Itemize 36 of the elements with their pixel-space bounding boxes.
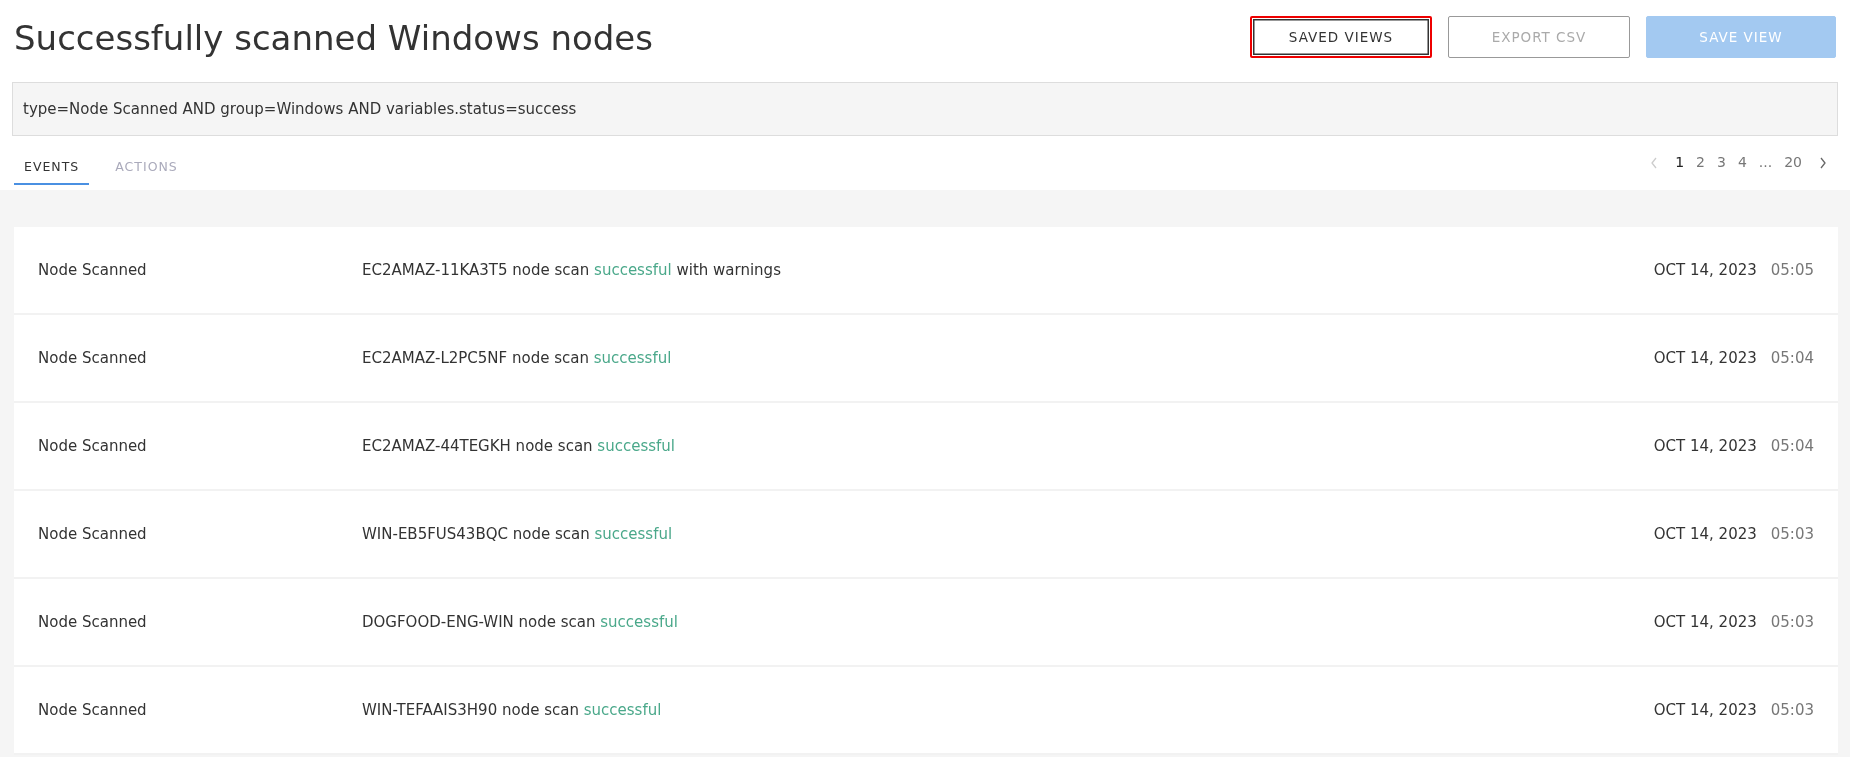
query-field[interactable]: type=Node Scanned AND group=Windows AND variables.status=success: [12, 82, 1838, 136]
event-date: OCT 14, 2023: [1653, 259, 1757, 281]
event-type: Node Scanned: [38, 259, 148, 281]
event-message: DOGFOOD-ENG-WIN node scan successful: [362, 611, 679, 633]
toolbar-button[interactable]: SAVED VIEWS: [1250, 16, 1432, 58]
page-link[interactable]: 1: [1671, 152, 1689, 173]
event-date: OCT 14, 2023: [1653, 435, 1757, 457]
event-type: Node Scanned: [38, 435, 148, 457]
page-link[interactable]: ...: [1754, 152, 1777, 173]
event-message: EC2AMAZ-44TEGKH node scan successful: [362, 435, 676, 457]
event-date: OCT 14, 2023: [1653, 699, 1757, 721]
event-date: OCT 14, 2023: [1653, 611, 1757, 633]
page-link[interactable]: 4: [1733, 152, 1751, 173]
event-time: 05:03: [1770, 611, 1814, 633]
event-time: 05:04: [1770, 435, 1814, 457]
event-type: Node Scanned: [38, 699, 148, 721]
event-type: Node Scanned: [38, 523, 148, 545]
event-message: WIN-TEFAAIS3H90 node scan successful: [362, 699, 663, 721]
event-message: WIN-EB5FUS43BQC node scan successful: [362, 523, 674, 545]
chevron-right-icon[interactable]: [1818, 156, 1828, 169]
event-date: OCT 14, 2023: [1653, 347, 1757, 369]
page-link[interactable]: 20: [1780, 152, 1806, 173]
tab[interactable]: EVENTS: [14, 152, 90, 185]
event-message: EC2AMAZ-L2PC5NF node scan successful: [362, 347, 673, 369]
page-link[interactable]: 3: [1712, 152, 1730, 173]
event-type: Node Scanned: [38, 611, 148, 633]
event-time: 05:03: [1770, 699, 1814, 721]
event-date: OCT 14, 2023: [1653, 523, 1757, 545]
event-time: 05:04: [1770, 347, 1814, 369]
event-time: 05:05: [1770, 259, 1814, 281]
tab[interactable]: ACTIONS: [105, 152, 188, 185]
page-link[interactable]: 2: [1692, 152, 1709, 173]
event-time: 05:03: [1770, 523, 1814, 545]
event-message: EC2AMAZ-11KA3T5 node scan successful with warnings: [362, 259, 782, 281]
event-type: Node Scanned: [38, 347, 148, 369]
page-title: Successfully scanned Windows nodes: [14, 17, 653, 59]
